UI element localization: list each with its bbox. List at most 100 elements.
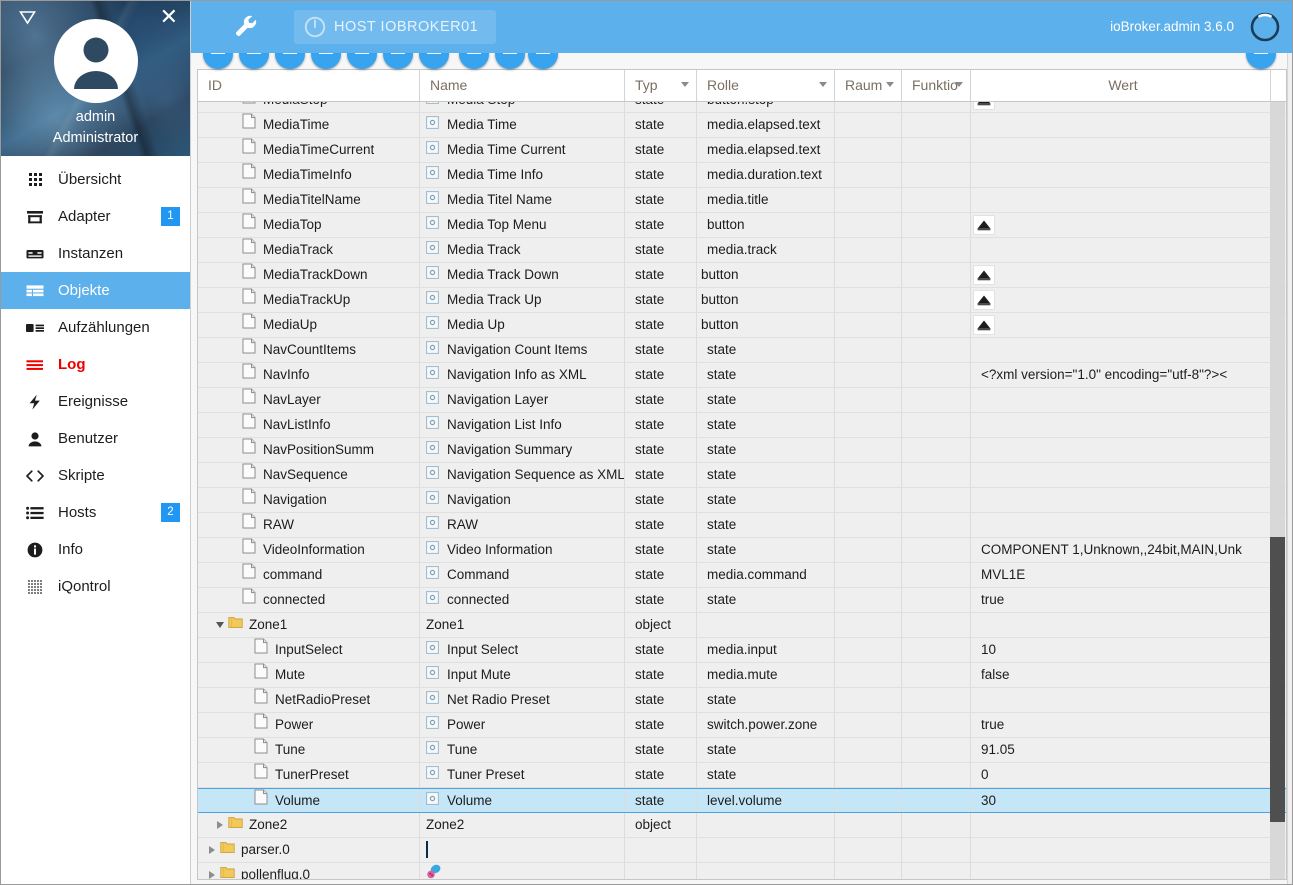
sidebar-item-label: Aufzählungen [58,319,150,336]
cell-id-text: MediaTime [263,117,330,132]
vertical-scrollbar-thumb[interactable] [1270,537,1285,822]
table-row[interactable]: command Command state media.command MVL1E [198,563,1286,588]
cell-raum [835,138,902,162]
table-row[interactable]: MediaTimeInfo Media Time Info state media.… [198,163,1286,188]
table-row[interactable]: NavLayer Navigation Layer state state [198,388,1286,413]
chevron-down-icon[interactable] [819,82,827,87]
sidebar-item-skripte[interactable]: Skripte [1,457,190,494]
expand-triangle-icon[interactable] [204,871,220,879]
table-row[interactable]: connected connected state state true [198,588,1286,613]
page-scrollbar[interactable] [1287,1,1292,884]
iobroker-logo-icon[interactable] [1250,12,1280,42]
sidebar-item-benutzer[interactable]: Benutzer [1,420,190,457]
cell-id-text: NetRadioPreset [275,692,371,707]
column-header-name[interactable]: Name [420,70,625,101]
table-row[interactable]: RAW RAW state state [198,513,1286,538]
table-row[interactable]: TunerPreset Tuner Preset state state 0 [198,763,1286,788]
sidebar-item-instanzen[interactable]: Instanzen [1,235,190,272]
column-header-typ[interactable]: Typ [625,70,697,101]
cell-typ: state [625,238,697,262]
table-row[interactable]: MediaTrackDown Media Track Down state butt… [198,263,1286,288]
table-row[interactable]: pollenflug.0 [198,863,1286,879]
objects-table: ID Name Typ Rolle Raum Funktio Wert MediaStop … [197,69,1287,880]
cell-wert [971,188,1276,212]
cell-id-text: MediaTitelName [263,192,361,207]
table-row[interactable]: Mute Input Mute state media.mute false [198,663,1286,688]
button-press-icon[interactable] [973,265,995,285]
table-row[interactable]: InputSelect Input Select state media.input… [198,638,1286,663]
button-press-icon[interactable] [973,290,995,310]
table-row[interactable]: Zone2 Zone2 object [198,813,1286,838]
sidebar-item--bersicht[interactable]: Übersicht [1,161,190,198]
column-header-id[interactable]: ID [198,70,420,101]
table-row[interactable]: MediaTitelName Media Titel Name state medi… [198,188,1286,213]
expand-triangle-icon[interactable] [212,821,228,829]
cell-name: Media Time [420,113,625,137]
cell-typ: state [625,563,697,587]
cell-rolle: media.mute [697,663,835,687]
table-row[interactable]: Power Power state switch.power.zone true [198,713,1286,738]
table-row[interactable]: MediaTimeCurrent Media Time Current state… [198,138,1286,163]
table-row[interactable]: MediaTrack Media Track state media.track [198,238,1286,263]
cell-rolle: media.command [697,563,835,587]
table-row[interactable]: MediaTime Media Time state media.elapsed.t… [198,113,1286,138]
cell-rolle: media.title [697,188,835,212]
button-press-icon[interactable] [973,215,995,235]
cell-name-text: Media Top Menu [447,217,547,232]
table-row[interactable]: MediaTrackUp Media Track Up state button [198,288,1286,313]
table-row[interactable]: Tune Tune state state 91.05 [198,738,1286,763]
cell-funktion [902,488,971,512]
document-icon [242,188,258,212]
cell-wert-text: 30 [981,793,997,808]
sidebar-item-info[interactable]: Info [1,531,190,568]
enum-icon [24,318,46,338]
chevron-down-icon[interactable] [955,82,963,87]
cell-id: MediaTop [198,213,420,237]
chevron-down-icon[interactable] [886,82,894,87]
column-header-wert[interactable]: Wert [971,70,1276,101]
cell-name-text: Tuner Preset [447,767,525,782]
cell-funktion [902,738,971,762]
cell-name-text: Navigation Info as XML [447,367,587,382]
cell-name: Tuner Preset [420,763,625,787]
table-row[interactable]: Navigation Navigation state state [198,488,1286,513]
wrench-icon[interactable] [233,13,259,39]
table-row[interactable]: NavSequence Navigation Sequence as XML st… [198,463,1286,488]
table-row[interactable]: MediaTop Media Top Menu state button [198,213,1286,238]
table-row[interactable]: Volume Volume state level.volume 30 [198,788,1286,813]
table-row[interactable]: NavPositionSumm Navigation Summary state s… [198,438,1286,463]
close-icon[interactable]: ✕ [160,6,178,28]
sidebar-item-hosts[interactable]: Hosts 2 [1,494,190,531]
document-icon [254,763,270,787]
cell-typ: state [625,713,697,737]
cell-id-text: TunerPreset [275,767,349,782]
table-row[interactable]: Zone1 Zone1 object [198,613,1286,638]
table-row[interactable]: MediaUp Media Up state button [198,313,1286,338]
sidebar-item-log[interactable]: Log [1,346,190,383]
column-header-raum[interactable]: Raum [835,70,902,101]
collapse-triangle-icon[interactable] [212,622,228,628]
vertical-scrollbar[interactable] [1270,102,1285,879]
column-header-rolle[interactable]: Rolle [697,70,835,101]
column-header-funktio[interactable]: Funktio [902,70,971,101]
sidebar-item-ereignisse[interactable]: Ereignisse [1,383,190,420]
table-row[interactable]: NetRadioPreset Net Radio Preset state stat… [198,688,1286,713]
sidebar-item-objekte[interactable]: Objekte [1,272,190,309]
table-row[interactable]: parser.0 [198,838,1286,863]
sidebar-menu: Übersicht Adapter 1 Instanzen Objekte Au… [1,156,190,605]
host-button[interactable]: HOST IOBROKER01 [294,10,497,44]
chevron-down-icon[interactable] [681,82,689,87]
table-row[interactable]: VideoInformation Video Information state s… [198,538,1286,563]
expand-triangle-icon[interactable] [204,846,220,854]
cell-rolle: button [697,288,835,312]
cell-typ: state [625,138,697,162]
sidebar-item-adapter[interactable]: Adapter 1 [1,198,190,235]
document-icon [242,238,258,262]
sidebar-item-iqontrol[interactable]: iQontrol [1,568,190,605]
table-row[interactable]: NavCountItems Navigation Count Items stat… [198,338,1286,363]
table-row[interactable]: NavListInfo Navigation List Info state sta… [198,413,1286,438]
button-press-icon[interactable] [973,315,995,335]
sidebar-item-aufz-hlungen[interactable]: Aufzählungen [1,309,190,346]
cell-name: Media Time Current [420,138,625,162]
table-row[interactable]: NavInfo Navigation Info as XML state state… [198,363,1286,388]
